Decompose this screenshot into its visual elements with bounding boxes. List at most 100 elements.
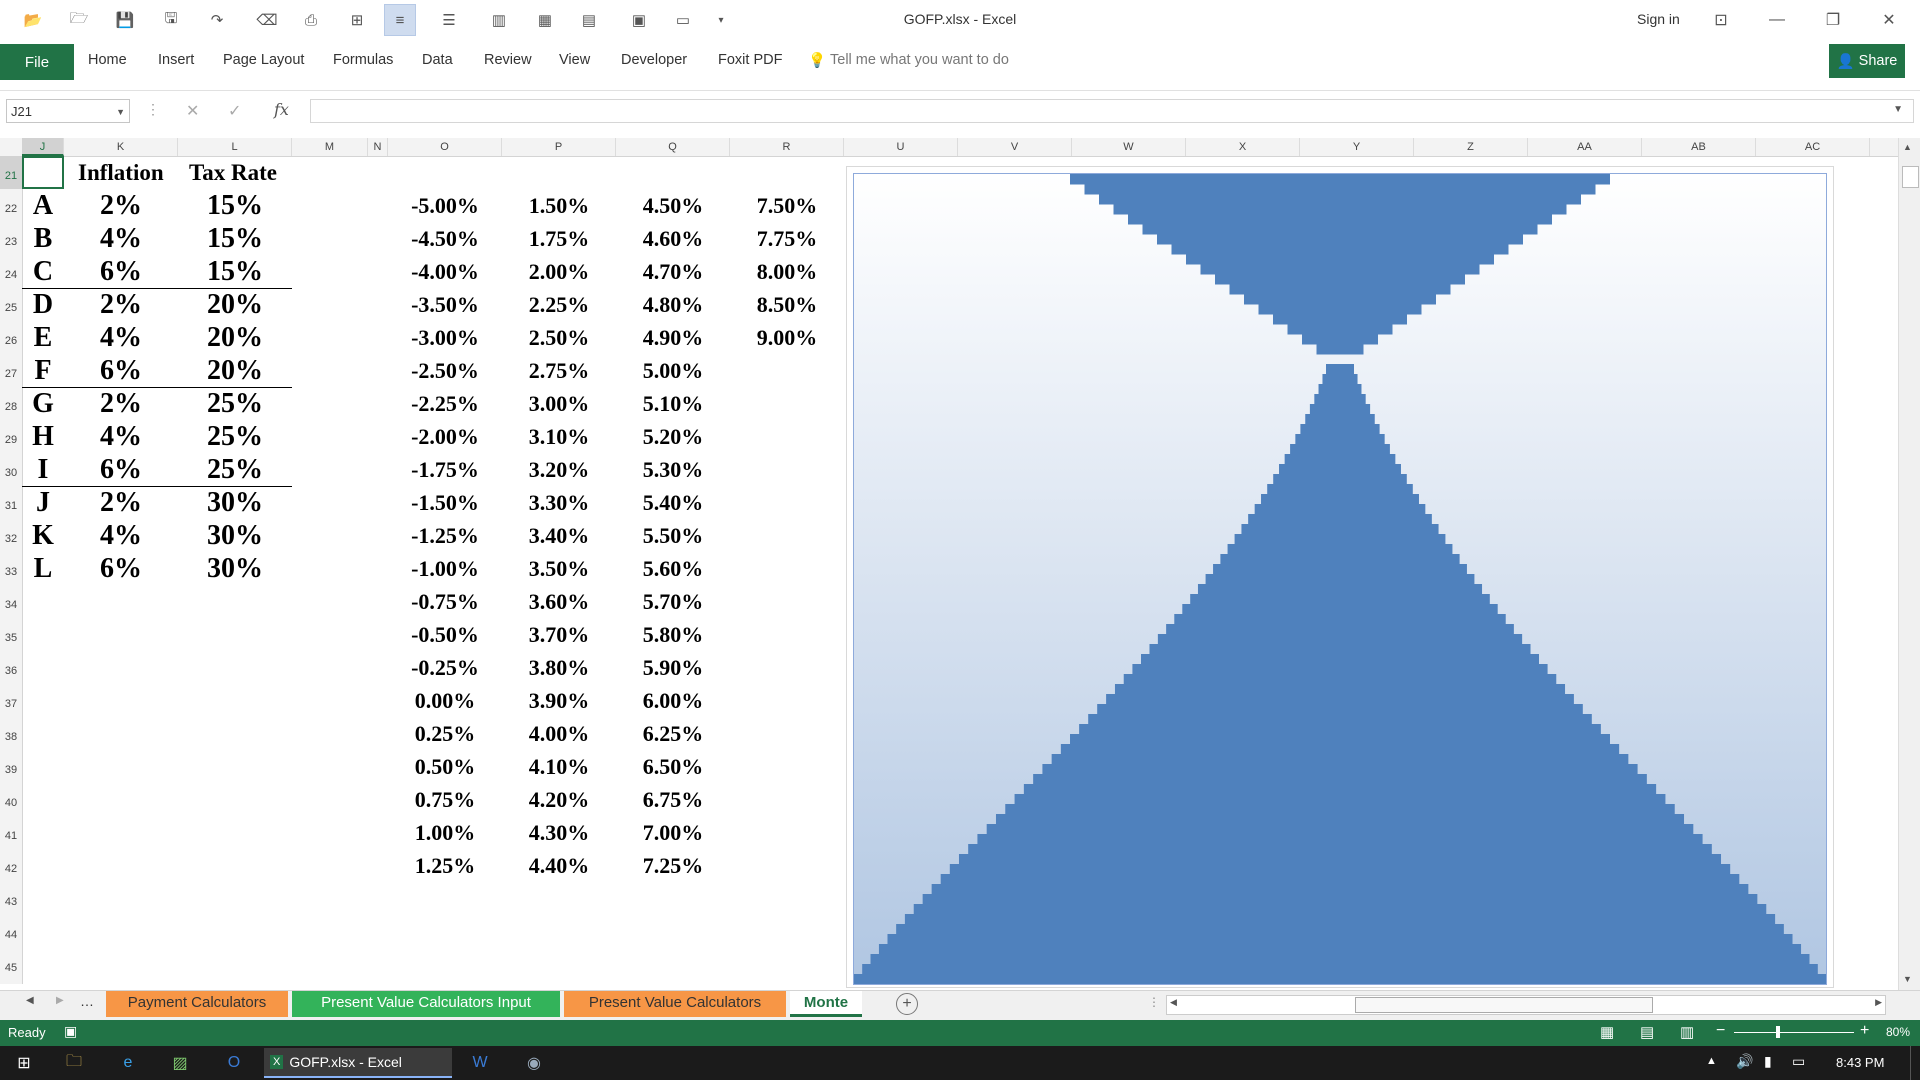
scroll-left-icon[interactable]: ◀ [1170, 997, 1177, 1008]
add-sheet-icon[interactable]: + [896, 993, 918, 1015]
row-header[interactable]: 43 [0, 882, 22, 915]
chevron-down-icon[interactable]: ▼ [116, 100, 125, 124]
name-box[interactable]: J21 ▼ [6, 99, 130, 123]
app-icon[interactable]: ◉ [520, 1050, 548, 1076]
row-header[interactable]: 27 [0, 354, 22, 387]
insert-function-icon[interactable]: fx [274, 100, 289, 119]
row-header[interactable]: 24 [0, 255, 22, 288]
tab-insert[interactable]: Insert [158, 52, 194, 68]
row-header[interactable]: 39 [0, 750, 22, 783]
row-header[interactable]: 40 [0, 783, 22, 816]
page-break-view-icon[interactable]: ▥ [1680, 1023, 1694, 1041]
sheet-tab-payment-calculators[interactable]: Payment Calculators [106, 991, 288, 1017]
tab-developer[interactable]: Developer [621, 52, 687, 68]
col-header-ab[interactable]: AB [1642, 138, 1756, 156]
tell-me-search[interactable]: Tell me what you want to do [830, 52, 1009, 68]
next-sheet-icon[interactable]: ▶ [56, 995, 64, 1006]
col-header-q[interactable]: Q [616, 138, 730, 156]
prev-sheet-icon[interactable]: ◀ [26, 995, 34, 1006]
row-header[interactable]: 28 [0, 387, 22, 420]
volume-icon[interactable]: 🔊 [1736, 1053, 1753, 1070]
sheet-tab-pv-calculators[interactable]: Present Value Calculators [564, 991, 786, 1017]
row-header[interactable]: 35 [0, 618, 22, 651]
col-header-l[interactable]: L [178, 138, 292, 156]
network-icon[interactable]: ▭ [1792, 1053, 1805, 1070]
scroll-right-icon[interactable]: ▶ [1875, 997, 1882, 1008]
row-header[interactable]: 45 [0, 948, 22, 981]
row-header[interactable]: 37 [0, 684, 22, 717]
vertical-scrollbar[interactable]: ▲ ▼ [1898, 138, 1920, 990]
row-header[interactable]: 44 [0, 915, 22, 948]
sign-in-link[interactable]: Sign in [1637, 11, 1680, 27]
col-header-v[interactable]: V [958, 138, 1072, 156]
split-handle-icon[interactable]: ⋮ [1148, 995, 1160, 1009]
tab-page-layout[interactable]: Page Layout [223, 52, 304, 68]
row-header[interactable]: 22 [0, 189, 22, 222]
col-header-n[interactable]: N [368, 138, 388, 156]
cancel-icon[interactable]: ✕ [186, 101, 199, 121]
scroll-up-icon[interactable]: ▲ [1903, 142, 1912, 152]
row-header[interactable]: 42 [0, 849, 22, 882]
restore-icon[interactable]: ❐ [1818, 6, 1848, 34]
minimize-icon[interactable]: — [1762, 6, 1792, 34]
tab-review[interactable]: Review [484, 52, 532, 68]
page-layout-view-icon[interactable]: ▤ [1640, 1023, 1654, 1041]
show-hidden-icons[interactable]: ▲ [1706, 1055, 1717, 1067]
col-header-m[interactable]: M [292, 138, 368, 156]
col-header-x[interactable]: X [1186, 138, 1300, 156]
row-header[interactable]: 29 [0, 420, 22, 453]
row-header[interactable]: 31 [0, 486, 22, 519]
ribbon-display-icon[interactable]: ⊡ [1706, 6, 1736, 34]
word-icon[interactable]: W [466, 1050, 494, 1076]
photos-icon[interactable]: ▨ [166, 1050, 194, 1076]
col-header-k[interactable]: K [64, 138, 178, 156]
share-button[interactable]: 👤 Share [1829, 44, 1905, 78]
row-header[interactable]: 26 [0, 321, 22, 354]
more-options-icon[interactable]: ⋮ [146, 101, 160, 118]
scroll-thumb[interactable] [1902, 166, 1919, 188]
outlook-icon[interactable]: O [220, 1050, 248, 1076]
internet-explorer-icon[interactable]: e [114, 1050, 142, 1076]
battery-icon[interactable]: ▮ [1764, 1053, 1772, 1070]
col-header-ac[interactable]: AC [1756, 138, 1870, 156]
row-header[interactable]: 32 [0, 519, 22, 552]
zoom-slider[interactable] [1734, 1026, 1854, 1038]
clock[interactable]: 8:43 PM [1836, 1055, 1884, 1070]
zoom-level[interactable]: 80% [1886, 1025, 1910, 1039]
sheet-tab-monte[interactable]: Monte [790, 991, 862, 1017]
h-scroll-thumb[interactable] [1355, 997, 1653, 1013]
tab-data[interactable]: Data [422, 52, 453, 68]
col-header-p[interactable]: P [502, 138, 616, 156]
col-header-r[interactable]: R [730, 138, 844, 156]
row-header[interactable]: 41 [0, 816, 22, 849]
close-icon[interactable]: ✕ [1874, 6, 1904, 34]
col-header-aa[interactable]: AA [1528, 138, 1642, 156]
normal-view-icon[interactable]: ▦ [1600, 1023, 1614, 1041]
zoom-out-icon[interactable]: − [1716, 1022, 1725, 1040]
row-header[interactable]: 30 [0, 453, 22, 486]
windows-start-icon[interactable]: ⊞ [10, 1050, 38, 1076]
scroll-down-icon[interactable]: ▼ [1903, 974, 1912, 984]
horizontal-scrollbar[interactable]: ◀ ▶ [1166, 995, 1886, 1015]
col-header-y[interactable]: Y [1300, 138, 1414, 156]
row-header[interactable]: 36 [0, 651, 22, 684]
hourglass-chart[interactable] [853, 173, 1827, 985]
row-header[interactable]: 23 [0, 222, 22, 255]
formula-input[interactable]: ▼ [310, 99, 1914, 123]
zoom-thumb[interactable] [1776, 1026, 1780, 1038]
more-sheets-icon[interactable]: … [80, 993, 94, 1009]
col-header-u[interactable]: U [844, 138, 958, 156]
row-header[interactable]: 21 [0, 156, 22, 189]
selected-cell[interactable] [22, 156, 64, 189]
show-desktop[interactable] [1910, 1046, 1920, 1080]
tab-file[interactable]: File [0, 44, 74, 80]
enter-icon[interactable]: ✓ [228, 101, 241, 121]
expand-formula-icon[interactable]: ▼ [1893, 104, 1903, 115]
col-header-j[interactable]: J [22, 138, 64, 156]
tab-view[interactable]: View [559, 52, 590, 68]
taskbar-excel-window[interactable]: X GOFP.xlsx - Excel [264, 1048, 452, 1078]
col-header-w[interactable]: W [1072, 138, 1186, 156]
row-header[interactable]: 38 [0, 717, 22, 750]
row-header[interactable]: 33 [0, 552, 22, 585]
col-header-o[interactable]: O [388, 138, 502, 156]
